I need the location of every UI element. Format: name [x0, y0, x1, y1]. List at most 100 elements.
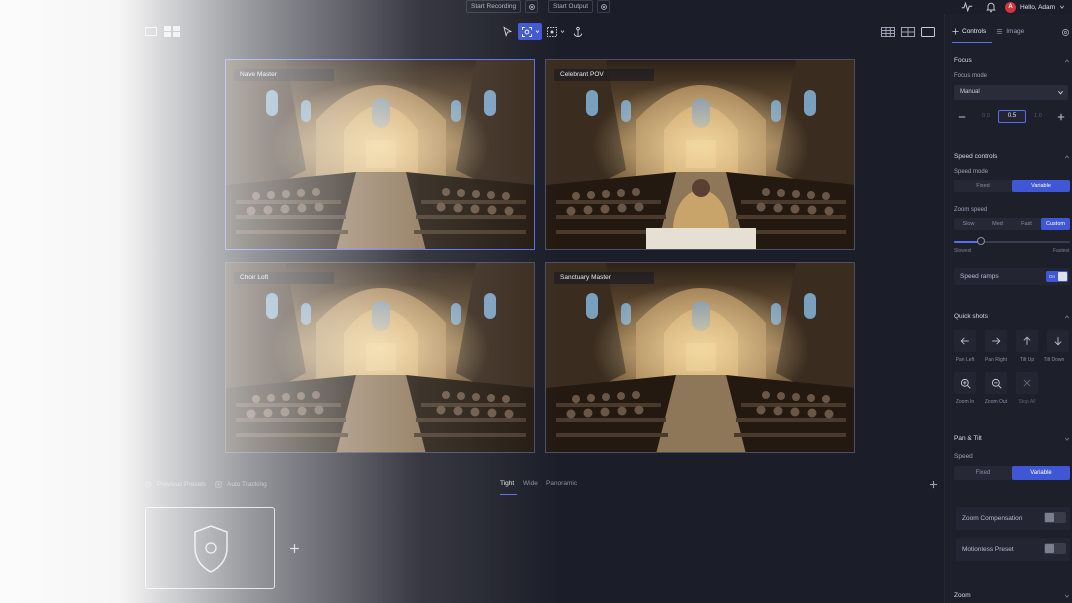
activity-icon — [961, 1, 973, 13]
speed-ramps-toggle[interactable]: On — [1046, 271, 1068, 282]
layout-3x3-button[interactable] — [880, 23, 896, 40]
arrow-left-icon — [960, 337, 969, 345]
active-tab-indicator — [500, 494, 517, 495]
preset-card[interactable] — [145, 507, 275, 589]
output-settings-button[interactable] — [597, 0, 610, 13]
focus-section-title[interactable]: Focus — [954, 57, 972, 64]
chevron-down-icon[interactable] — [1064, 593, 1070, 599]
slider-max-label: Fastest — [1053, 248, 1070, 254]
chevron-down-icon — [1059, 5, 1065, 9]
layout-single-button[interactable] — [145, 27, 157, 36]
zoom-speed-slider-handle[interactable] — [976, 237, 985, 245]
previous-presets-tab[interactable]: Previous Presets — [145, 481, 206, 488]
tab-image[interactable]: Image — [996, 28, 1024, 35]
auto-tracking-tab[interactable]: Auto Tracking — [215, 481, 267, 488]
frame-select-icon — [521, 26, 532, 37]
speed-mode-label: Speed mode — [954, 169, 989, 175]
activity-button[interactable] — [961, 1, 973, 13]
pointer-icon — [502, 26, 512, 37]
frame-tool[interactable] — [518, 23, 542, 40]
camera-label: Celebrant POV — [554, 69, 654, 81]
tab-controls[interactable]: Controls — [952, 28, 986, 35]
speed-mode-variable[interactable]: Variable — [1012, 180, 1070, 192]
zoom-speed-med[interactable]: Med — [983, 218, 1012, 230]
zoom-speed-slider[interactable] — [954, 241, 1070, 243]
camera-tile-celebrant-pov[interactable]: Celebrant POV — [545, 59, 855, 250]
focus-mode-label: Focus mode — [954, 73, 988, 79]
chevron-up-icon[interactable] — [1064, 58, 1070, 64]
focus-increment-button[interactable] — [1054, 110, 1068, 123]
focus-decrement-button[interactable] — [955, 110, 969, 123]
pan-left-button[interactable] — [954, 330, 976, 352]
camera-label: Nave Master — [234, 69, 334, 81]
plus-icon — [1057, 113, 1065, 120]
add-preset-card-button[interactable] — [289, 543, 300, 554]
tilt-down-label: Tilt Down — [1043, 357, 1065, 363]
chevron-down-icon — [1058, 90, 1063, 95]
camera-feed-image — [546, 60, 854, 249]
grid-2x2-icon — [901, 26, 915, 37]
zoom-section-title[interactable]: Zoom — [954, 592, 971, 599]
speed-controls-section-title[interactable]: Speed controls — [954, 153, 997, 160]
zoom-speed-label: Zoom speed — [954, 207, 988, 213]
slider-min-label: Slowest — [954, 248, 972, 254]
stop-all-button[interactable] — [1016, 372, 1038, 394]
layout-2x2-button[interactable] — [900, 23, 916, 40]
camera-tile-nave-master[interactable]: Nave Master — [225, 59, 535, 250]
focus-max-value: 1.0 — [1034, 113, 1042, 119]
auto-tracking-label: Auto Tracking — [227, 481, 267, 488]
gear-icon — [1061, 28, 1070, 37]
bell-icon — [986, 2, 996, 13]
chevron-down-icon — [535, 30, 539, 34]
arrow-down-icon — [1054, 337, 1062, 346]
select-tool[interactable] — [499, 23, 515, 40]
zoom-speed-fast[interactable]: Fast — [1012, 218, 1041, 230]
notifications-button[interactable] — [985, 1, 997, 13]
anchor-tool[interactable] — [570, 23, 586, 40]
zoom-speed-slow[interactable]: Slow — [954, 218, 983, 230]
camera-label: Choir Loft — [234, 272, 334, 284]
start-output-button[interactable]: Start Output — [548, 0, 594, 13]
tab-tight[interactable]: Tight — [500, 480, 514, 487]
start-recording-button[interactable]: Start Recording — [466, 0, 522, 13]
focus-mode-select[interactable]: Manual — [954, 85, 1068, 100]
speed-mode-fixed[interactable]: Fixed — [954, 180, 1012, 192]
quick-shots-section-title[interactable]: Quick shots — [954, 313, 988, 320]
chevron-down-icon[interactable] — [1064, 436, 1070, 442]
grid-icon — [164, 26, 180, 37]
panel-settings-button[interactable] — [1061, 28, 1070, 37]
focus-value-input[interactable]: 0.5 — [998, 110, 1026, 123]
user-greeting: Hello, Adam — [1020, 3, 1056, 11]
layout-grid-button[interactable] — [164, 26, 180, 37]
motionless-preset-toggle[interactable] — [1044, 543, 1066, 554]
user-menu[interactable]: A Hello, Adam — [1005, 0, 1065, 14]
camera-tile-sanctuary-master[interactable]: Sanctuary Master — [545, 262, 855, 453]
recording-settings-button[interactable] — [525, 0, 538, 13]
single-view-icon — [921, 26, 935, 37]
zoom-compensation-toggle[interactable] — [1044, 512, 1066, 523]
speed-ramps-state: On — [1049, 274, 1056, 279]
add-preset-button[interactable] — [929, 480, 938, 489]
camera-tile-choir-loft[interactable]: Choir Loft — [225, 262, 535, 453]
layout-single-view-button[interactable] — [920, 23, 936, 40]
panel-tabs: Controls Image — [952, 28, 1024, 35]
camera-feed-image — [546, 263, 854, 452]
pan-right-button[interactable] — [985, 330, 1007, 352]
region-tool[interactable] — [544, 23, 566, 40]
zoom-in-button[interactable] — [954, 372, 976, 394]
pan-tilt-fixed[interactable]: Fixed — [954, 466, 1012, 480]
pan-tilt-section-title[interactable]: Pan & Tilt — [954, 435, 982, 442]
pan-tilt-speed-toggle: Fixed Variable — [954, 466, 1070, 480]
pan-tilt-variable[interactable]: Variable — [1012, 466, 1070, 480]
zoom-compensation-label: Zoom Compensation — [962, 515, 1023, 522]
gear-icon — [528, 3, 535, 10]
tilt-up-button[interactable] — [1016, 330, 1038, 352]
plus-icon — [929, 480, 938, 489]
tab-panoramic[interactable]: Panoramic — [546, 480, 577, 487]
zoom-out-button[interactable] — [985, 372, 1007, 394]
tab-wide[interactable]: Wide — [523, 480, 538, 487]
zoom-speed-custom[interactable]: Custom — [1041, 218, 1070, 230]
tilt-down-button[interactable] — [1047, 330, 1069, 352]
chevron-up-icon[interactable] — [1064, 154, 1070, 160]
chevron-up-icon[interactable] — [1064, 314, 1070, 320]
